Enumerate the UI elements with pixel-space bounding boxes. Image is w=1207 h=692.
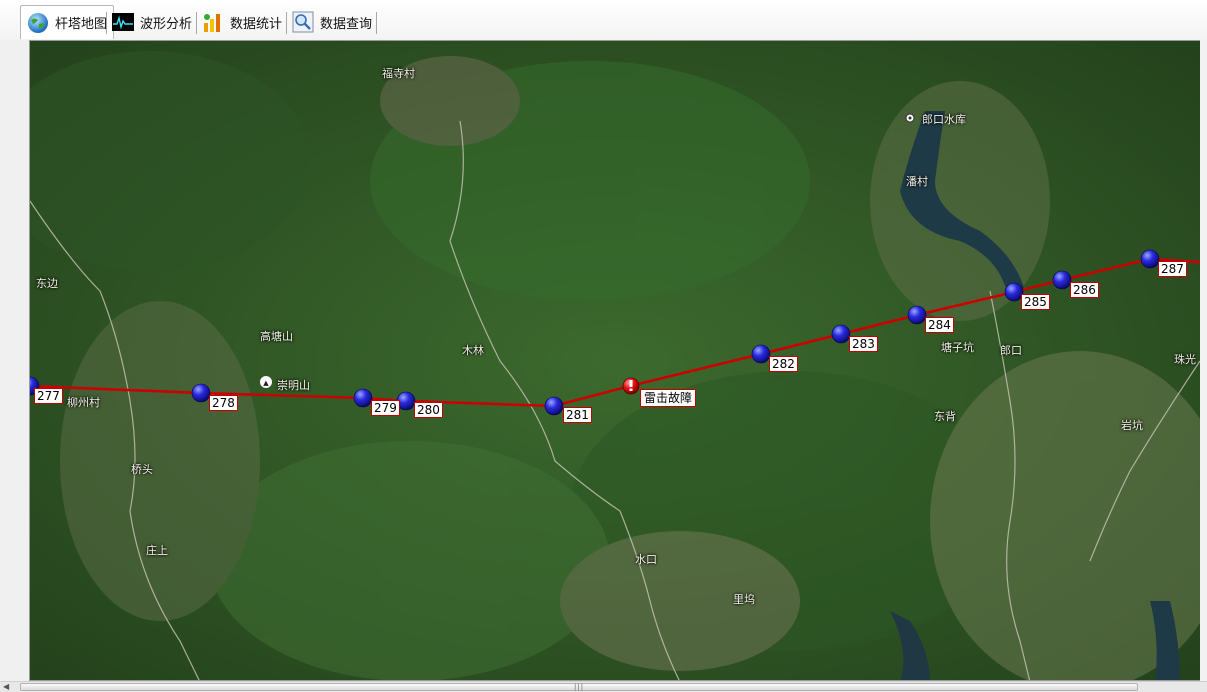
- reservoir-poi-dot: [908, 116, 912, 120]
- place-label: 塘子坑: [941, 341, 974, 354]
- tab-bar: 杆塔地图 波形分析 数据统计 数据查询: [0, 0, 1207, 40]
- tower-284-marker[interactable]: [907, 305, 927, 325]
- fault-marker[interactable]: [622, 377, 640, 395]
- tower-281-marker[interactable]: [544, 396, 564, 416]
- tower-287-marker[interactable]: [1140, 249, 1160, 269]
- tower-label: 285: [1021, 294, 1050, 310]
- place-label: 水口: [635, 553, 657, 566]
- place-label: 潘村: [906, 175, 928, 188]
- tab-separator: [286, 12, 287, 34]
- place-label: 珠光: [1174, 353, 1196, 366]
- tower-label: 287: [1158, 261, 1187, 277]
- tab-data-query[interactable]: 数据查询: [292, 8, 372, 36]
- tab-label: 波形分析: [140, 16, 193, 32]
- tab-waveform-analysis[interactable]: 波形分析: [112, 8, 192, 36]
- place-label: 柳州村: [67, 396, 100, 409]
- tower-label: 283: [849, 336, 878, 352]
- place-label: 木林: [462, 344, 484, 357]
- tab-label: 数据查询: [320, 16, 373, 32]
- waveform-icon: [112, 13, 134, 31]
- fault-exclamation: [629, 380, 633, 387]
- tab-separator: [106, 12, 107, 34]
- tower-282-marker[interactable]: [751, 344, 771, 364]
- satellite-map[interactable]: ▲ 福寺村 郎口水库 潘村 东边 高塘山 木林 崇明山 柳州村 桥头 庄上 水口…: [29, 40, 1200, 681]
- tower-label: 282: [769, 356, 798, 372]
- place-label: 桥头: [131, 463, 153, 476]
- tab-separator: [196, 12, 197, 34]
- tower-279-marker[interactable]: [353, 388, 373, 408]
- tab-data-statistics[interactable]: 数据统计: [202, 8, 282, 36]
- scrollbar-grip: |||: [574, 683, 585, 691]
- place-label: 里坞: [733, 593, 755, 606]
- map-right-edge: [1200, 40, 1207, 681]
- place-label: 郎口: [1000, 344, 1022, 357]
- place-label: 崇明山: [277, 379, 310, 392]
- tab-tower-map[interactable]: 杆塔地图: [20, 5, 115, 39]
- place-label: 高塘山: [260, 330, 293, 343]
- fault-exclamation-dot: [629, 388, 633, 391]
- magnifier-icon: [292, 11, 314, 33]
- scroll-left-arrow-icon[interactable]: ◀: [3, 682, 9, 691]
- tab-label: 杆塔地图: [55, 17, 108, 32]
- tab-label: 数据统计: [230, 16, 283, 32]
- tower-label: 286: [1070, 282, 1099, 298]
- horizontal-scrollbar[interactable]: ◀ |||: [0, 681, 1207, 692]
- tower-label: 284: [925, 317, 954, 333]
- tower-label: 279: [371, 400, 400, 416]
- tower-label: 277: [34, 388, 63, 404]
- mountain-peak-glyph: ▲: [263, 379, 269, 387]
- place-label: 庄上: [146, 544, 168, 557]
- tower-286-marker[interactable]: [1052, 270, 1072, 290]
- tower-label: 281: [563, 407, 592, 423]
- fault-label: 雷击故障: [640, 389, 697, 407]
- tower-278-marker[interactable]: [191, 383, 211, 403]
- tab-separator: [376, 12, 377, 34]
- bar-chart-icon: [204, 14, 220, 32]
- place-label: 东边: [36, 277, 58, 290]
- map-canvas[interactable]: ▲: [30, 41, 1200, 681]
- place-label: 岩坑: [1121, 419, 1143, 432]
- tower-283-marker[interactable]: [831, 324, 851, 344]
- globe-icon: [28, 12, 48, 33]
- tower-label: 278: [209, 395, 238, 411]
- tower-label: 280: [414, 402, 443, 418]
- place-label: 东背: [934, 410, 956, 423]
- place-label: 郎口水库: [922, 113, 966, 126]
- place-label: 福寺村: [382, 67, 415, 80]
